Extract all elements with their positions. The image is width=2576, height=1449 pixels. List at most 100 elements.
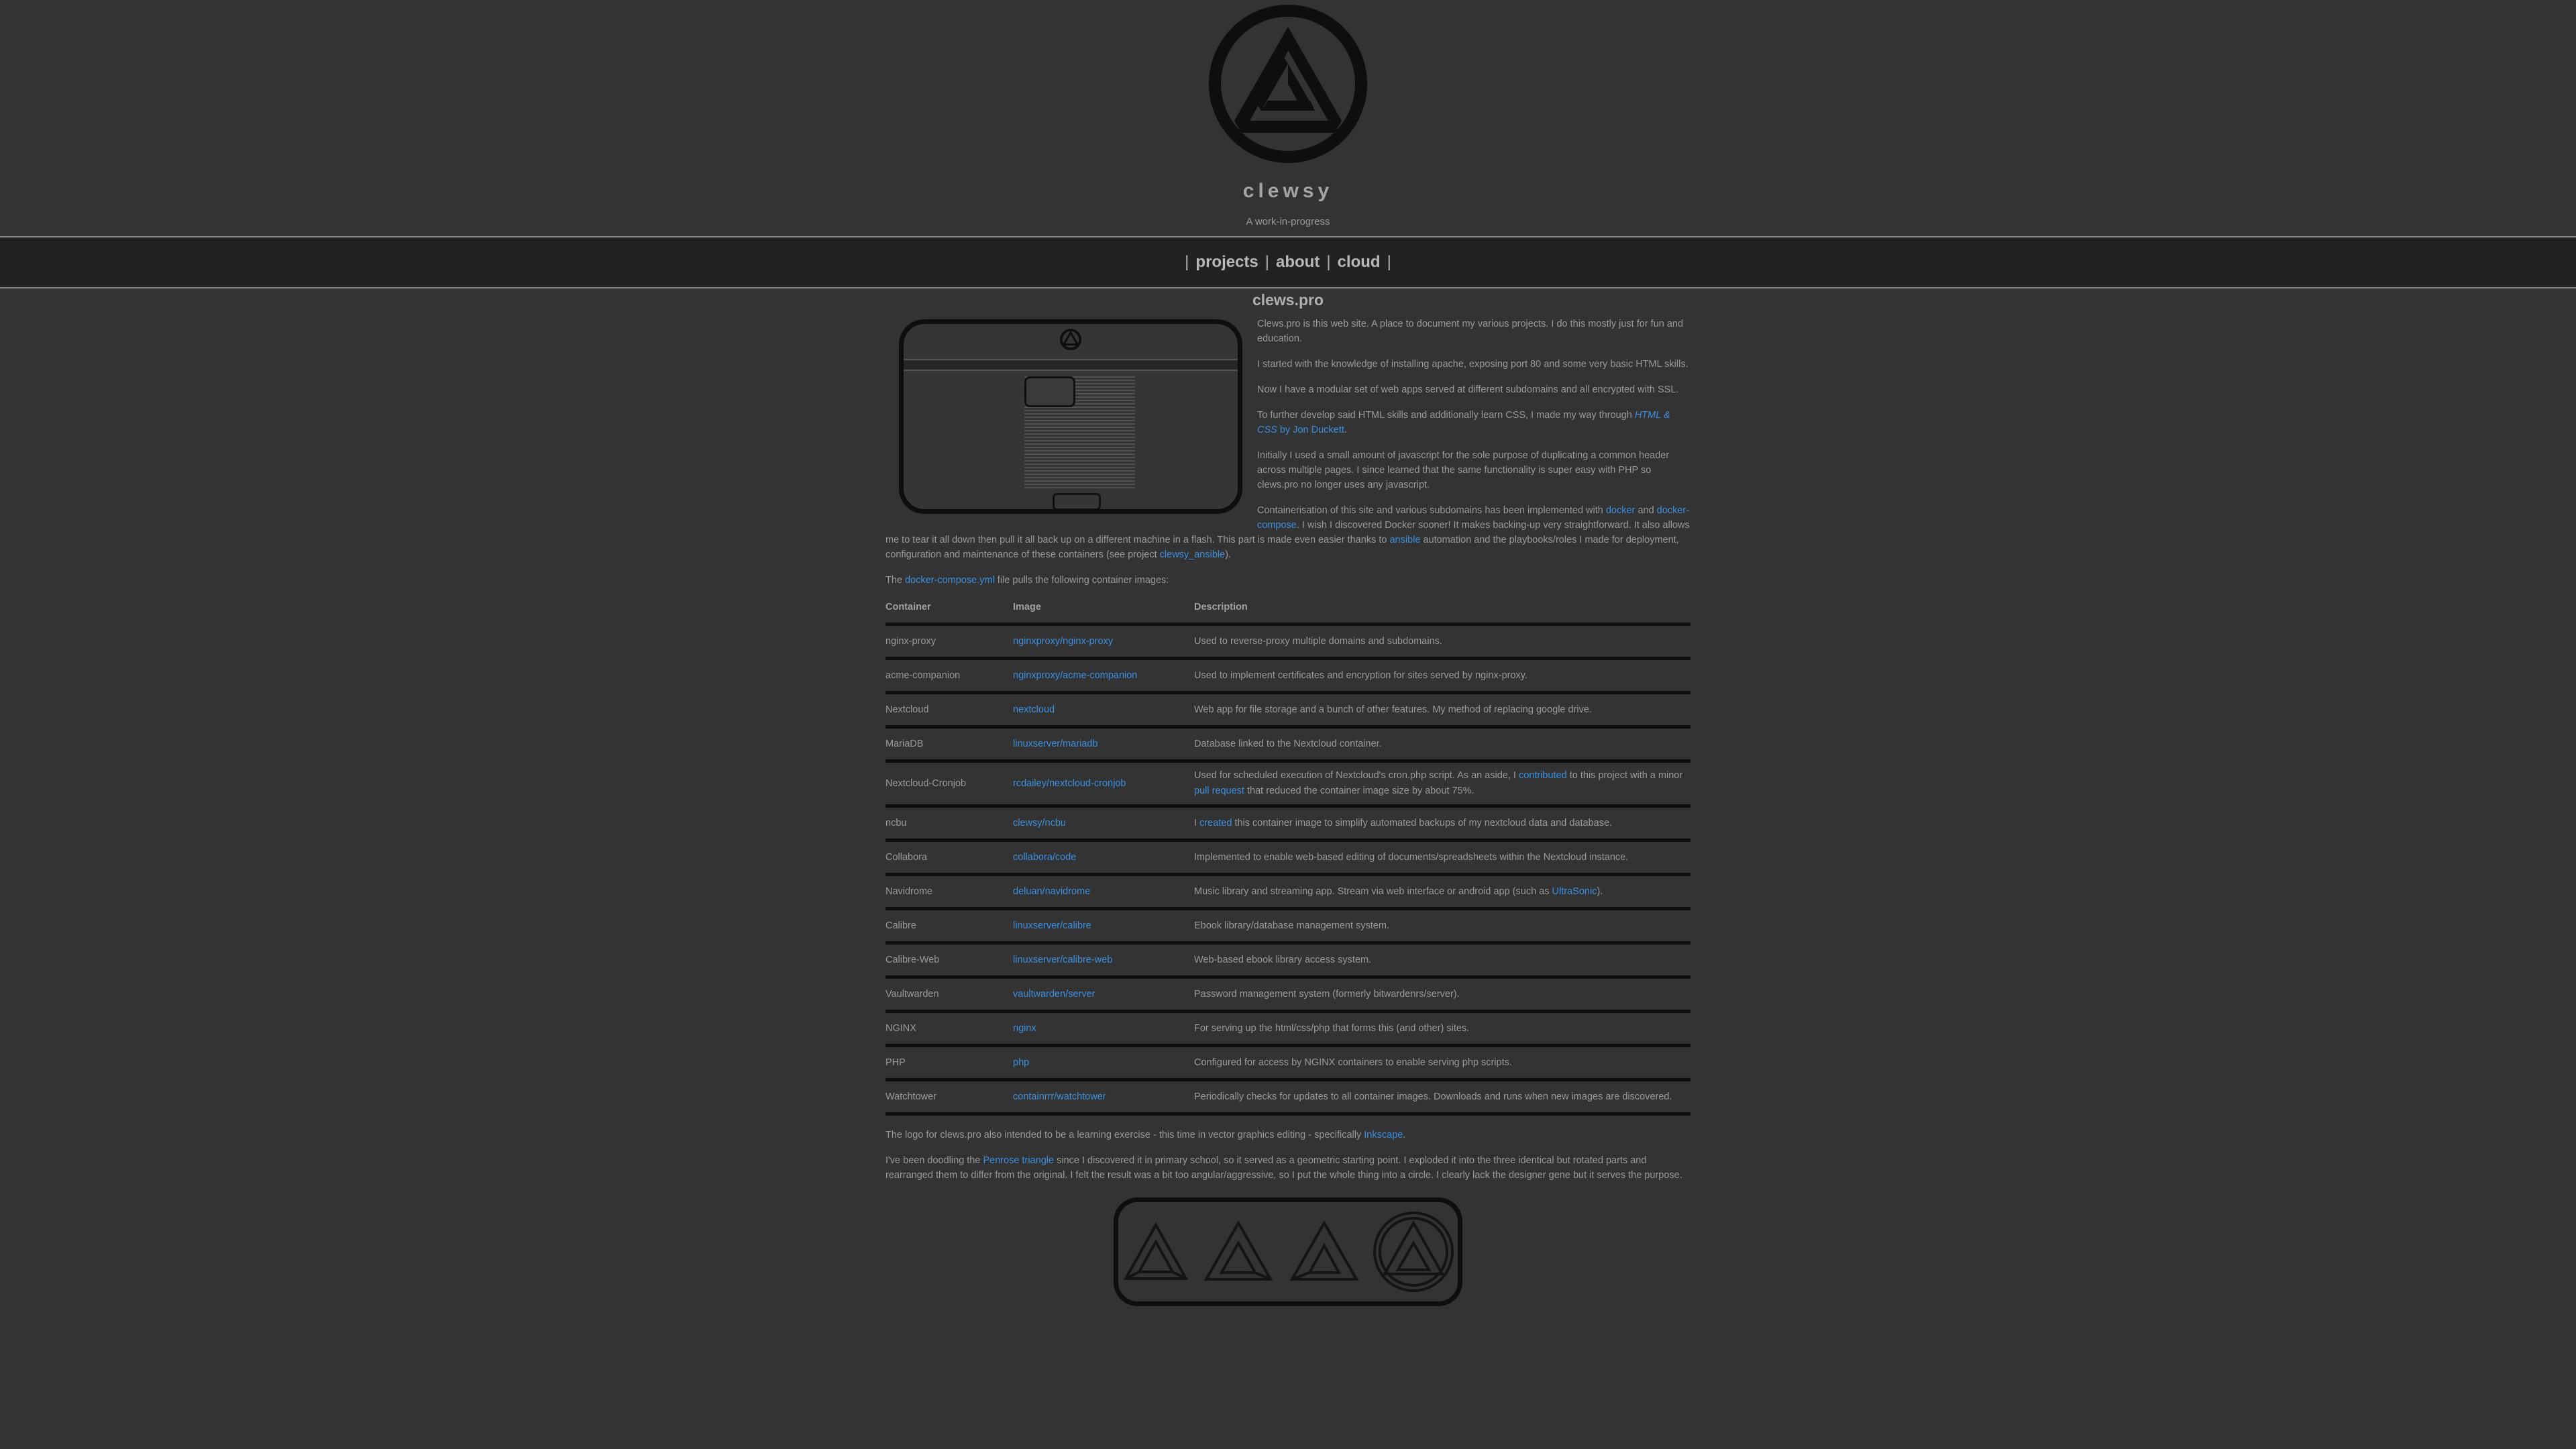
table-row: Nextcloud-Cronjob rcdailey/nextcloud-cron… [885, 761, 1690, 808]
container-cell: Nextcloud [885, 692, 1013, 729]
page-title: clews.pro [1252, 291, 1324, 309]
nav-separator: | [1265, 253, 1270, 271]
circle-logo-icon [1373, 1212, 1454, 1292]
image-link[interactable]: nextcloud [1013, 704, 1055, 715]
image-link[interactable]: deluan/navidrome [1013, 886, 1090, 897]
screenshot-nav [904, 359, 1238, 371]
table-row: Nextcloud nextcloud Web app for file stora… [885, 692, 1690, 729]
penrose-triangle-icon [1123, 1222, 1189, 1280]
table-row: Calibre linuxserver/calibre Ebook library/… [885, 908, 1690, 945]
penrose-logo-icon[interactable] [1204, 0, 1372, 168]
screenshot-mini-image [1024, 376, 1075, 407]
description-cell: Web app for file storage and a bunch of … [1194, 692, 1690, 729]
nav-separator: | [1387, 253, 1391, 271]
screenshot-logo-icon [1059, 328, 1082, 356]
container-cell: nginx-proxy [885, 624, 1013, 660]
description-cell: Web-based ebook library access system. [1194, 943, 1690, 979]
docker-link[interactable]: docker [1606, 505, 1635, 516]
description-cell: Used for scheduled execution of Nextclou… [1194, 761, 1690, 808]
description-cell: Ebook library/database management system… [1194, 908, 1690, 945]
table-row: acme-companion nginxproxy/acme-companion U… [885, 658, 1690, 694]
description-cell: I created this container image to simpli… [1194, 806, 1690, 842]
description-cell: Used to reverse-proxy multiple domains a… [1194, 624, 1690, 660]
main-nav: | projects | about | cloud | [0, 236, 2576, 288]
column-header-description: Description [1194, 600, 1690, 626]
image-link[interactable]: nginx [1013, 1023, 1036, 1034]
image-link[interactable]: collabora/code [1013, 852, 1076, 863]
column-header-image: Image [1013, 600, 1194, 626]
image-link[interactable]: clewsy/ncbu [1013, 818, 1066, 828]
created-link[interactable]: created [1199, 818, 1232, 828]
container-cell: Watchtower [885, 1079, 1013, 1116]
inkscape-link[interactable]: Inkscape [1364, 1130, 1403, 1140]
penrose-triangle-link[interactable]: Penrose triangle [983, 1155, 1054, 1166]
container-cell: Calibre [885, 908, 1013, 945]
table-row: Collabora collabora/code Implemented to en… [885, 840, 1690, 876]
contributed-link[interactable]: contributed [1519, 770, 1567, 781]
container-cell: acme-companion [885, 658, 1013, 694]
table-row: Navidrome deluan/navidrome Music library a… [885, 874, 1690, 910]
nav-link-cloud[interactable]: cloud [1338, 253, 1381, 272]
nav-link-about[interactable]: about [1276, 253, 1320, 272]
image-link[interactable]: containrrr/watchtower [1013, 1091, 1106, 1102]
image-link[interactable]: rcdailey/nextcloud-cronjob [1013, 778, 1126, 789]
logo-evolution-image [885, 1197, 1690, 1306]
site-screenshot-image [899, 319, 1242, 514]
table-row: nginx-proxy nginxproxy/nginx-proxy Used to… [885, 624, 1690, 660]
jon-duckett-link[interactable]: by Jon Duckett [1277, 425, 1344, 435]
nav-separator: | [1326, 253, 1331, 271]
image-link[interactable]: linuxserver/calibre [1013, 920, 1091, 931]
image-link[interactable]: linuxserver/mariadb [1013, 739, 1098, 749]
nav-link-projects[interactable]: projects [1195, 253, 1258, 272]
column-header-container: Container [885, 600, 1013, 626]
image-link[interactable]: vaultwarden/server [1013, 989, 1095, 1000]
description-cell: Periodically checks for updates to all c… [1194, 1079, 1690, 1116]
description-cell: Database linked to the Nextcloud contain… [1194, 727, 1690, 763]
docker-compose-yml-link[interactable]: docker-compose.yml [905, 575, 995, 586]
container-cell: Nextcloud-Cronjob [885, 761, 1013, 808]
penrose-paragraph: I've been doodling the Penrose triangle … [885, 1155, 1682, 1181]
compose-file-paragraph: The docker-compose.yml file pulls the fo… [885, 575, 1169, 586]
table-row: Calibre-Web linuxserver/calibre-web Web-ba… [885, 943, 1690, 979]
pull-request-link[interactable]: pull request [1194, 786, 1244, 796]
container-cell: Vaultwarden [885, 977, 1013, 1013]
container-cell: NGINX [885, 1011, 1013, 1047]
ansible-link[interactable]: ansible [1389, 535, 1420, 545]
main-content: clews.pro Clews.pro is this web site. A … [885, 292, 1690, 1306]
description-cell: For serving up the html/css/php that for… [1194, 1011, 1690, 1047]
screenshot-mini-logo-strip [1053, 493, 1101, 509]
image-link[interactable]: php [1013, 1057, 1029, 1068]
table-row: PHP php Configured for access by NGINX con… [885, 1045, 1690, 1081]
image-link[interactable]: nginxproxy/nginx-proxy [1013, 636, 1113, 647]
description-cell: Password management system (formerly bit… [1194, 977, 1690, 1013]
container-cell: ncbu [885, 806, 1013, 842]
description-cell: Music library and streaming app. Stream … [1194, 874, 1690, 910]
nav-separator: | [1185, 253, 1189, 271]
image-link[interactable]: linuxserver/calibre-web [1013, 955, 1112, 965]
table-row: Watchtower containrrr/watchtower Periodica… [885, 1079, 1690, 1116]
container-cell: PHP [885, 1045, 1013, 1081]
description-cell: Implemented to enable web-based editing … [1194, 840, 1690, 876]
container-cell: Collabora [885, 840, 1013, 876]
exploded-triangle-icon [1203, 1220, 1273, 1281]
container-cell: Calibre-Web [885, 943, 1013, 979]
rearranged-triangle-icon [1289, 1220, 1359, 1281]
image-link[interactable]: nginxproxy/acme-companion [1013, 670, 1137, 681]
table-row: ncbu clewsy/ncbu I created this container … [885, 806, 1690, 842]
description-cell: Used to implement certificates and encry… [1194, 658, 1690, 694]
logo-paragraph: The logo for clews.pro also intended to … [885, 1130, 1406, 1140]
table-row: Vaultwarden vaultwarden/server Password ma… [885, 977, 1690, 1013]
description-cell: Configured for access by NGINX container… [1194, 1045, 1690, 1081]
site-title: clewsy [1242, 180, 1334, 202]
site-tagline: A work-in-progress [1246, 216, 1330, 227]
container-cell: Navidrome [885, 874, 1013, 910]
table-header-row: Container Image Description [885, 600, 1690, 626]
logo-evolution-strip [1114, 1197, 1462, 1306]
table-row: MariaDB linuxserver/mariadb Database linke… [885, 727, 1690, 763]
table-row: NGINX nginx For serving up the html/css/ph… [885, 1011, 1690, 1047]
container-cell: MariaDB [885, 727, 1013, 763]
ultrasonic-link[interactable]: UltraSonic [1552, 886, 1597, 897]
clewsy-ansible-link[interactable]: clewsy_ansible [1160, 549, 1226, 560]
site-header: clewsy A work-in-progress [0, 0, 2576, 236]
container-table: Container Image Description nginx-proxy n… [885, 600, 1690, 1116]
